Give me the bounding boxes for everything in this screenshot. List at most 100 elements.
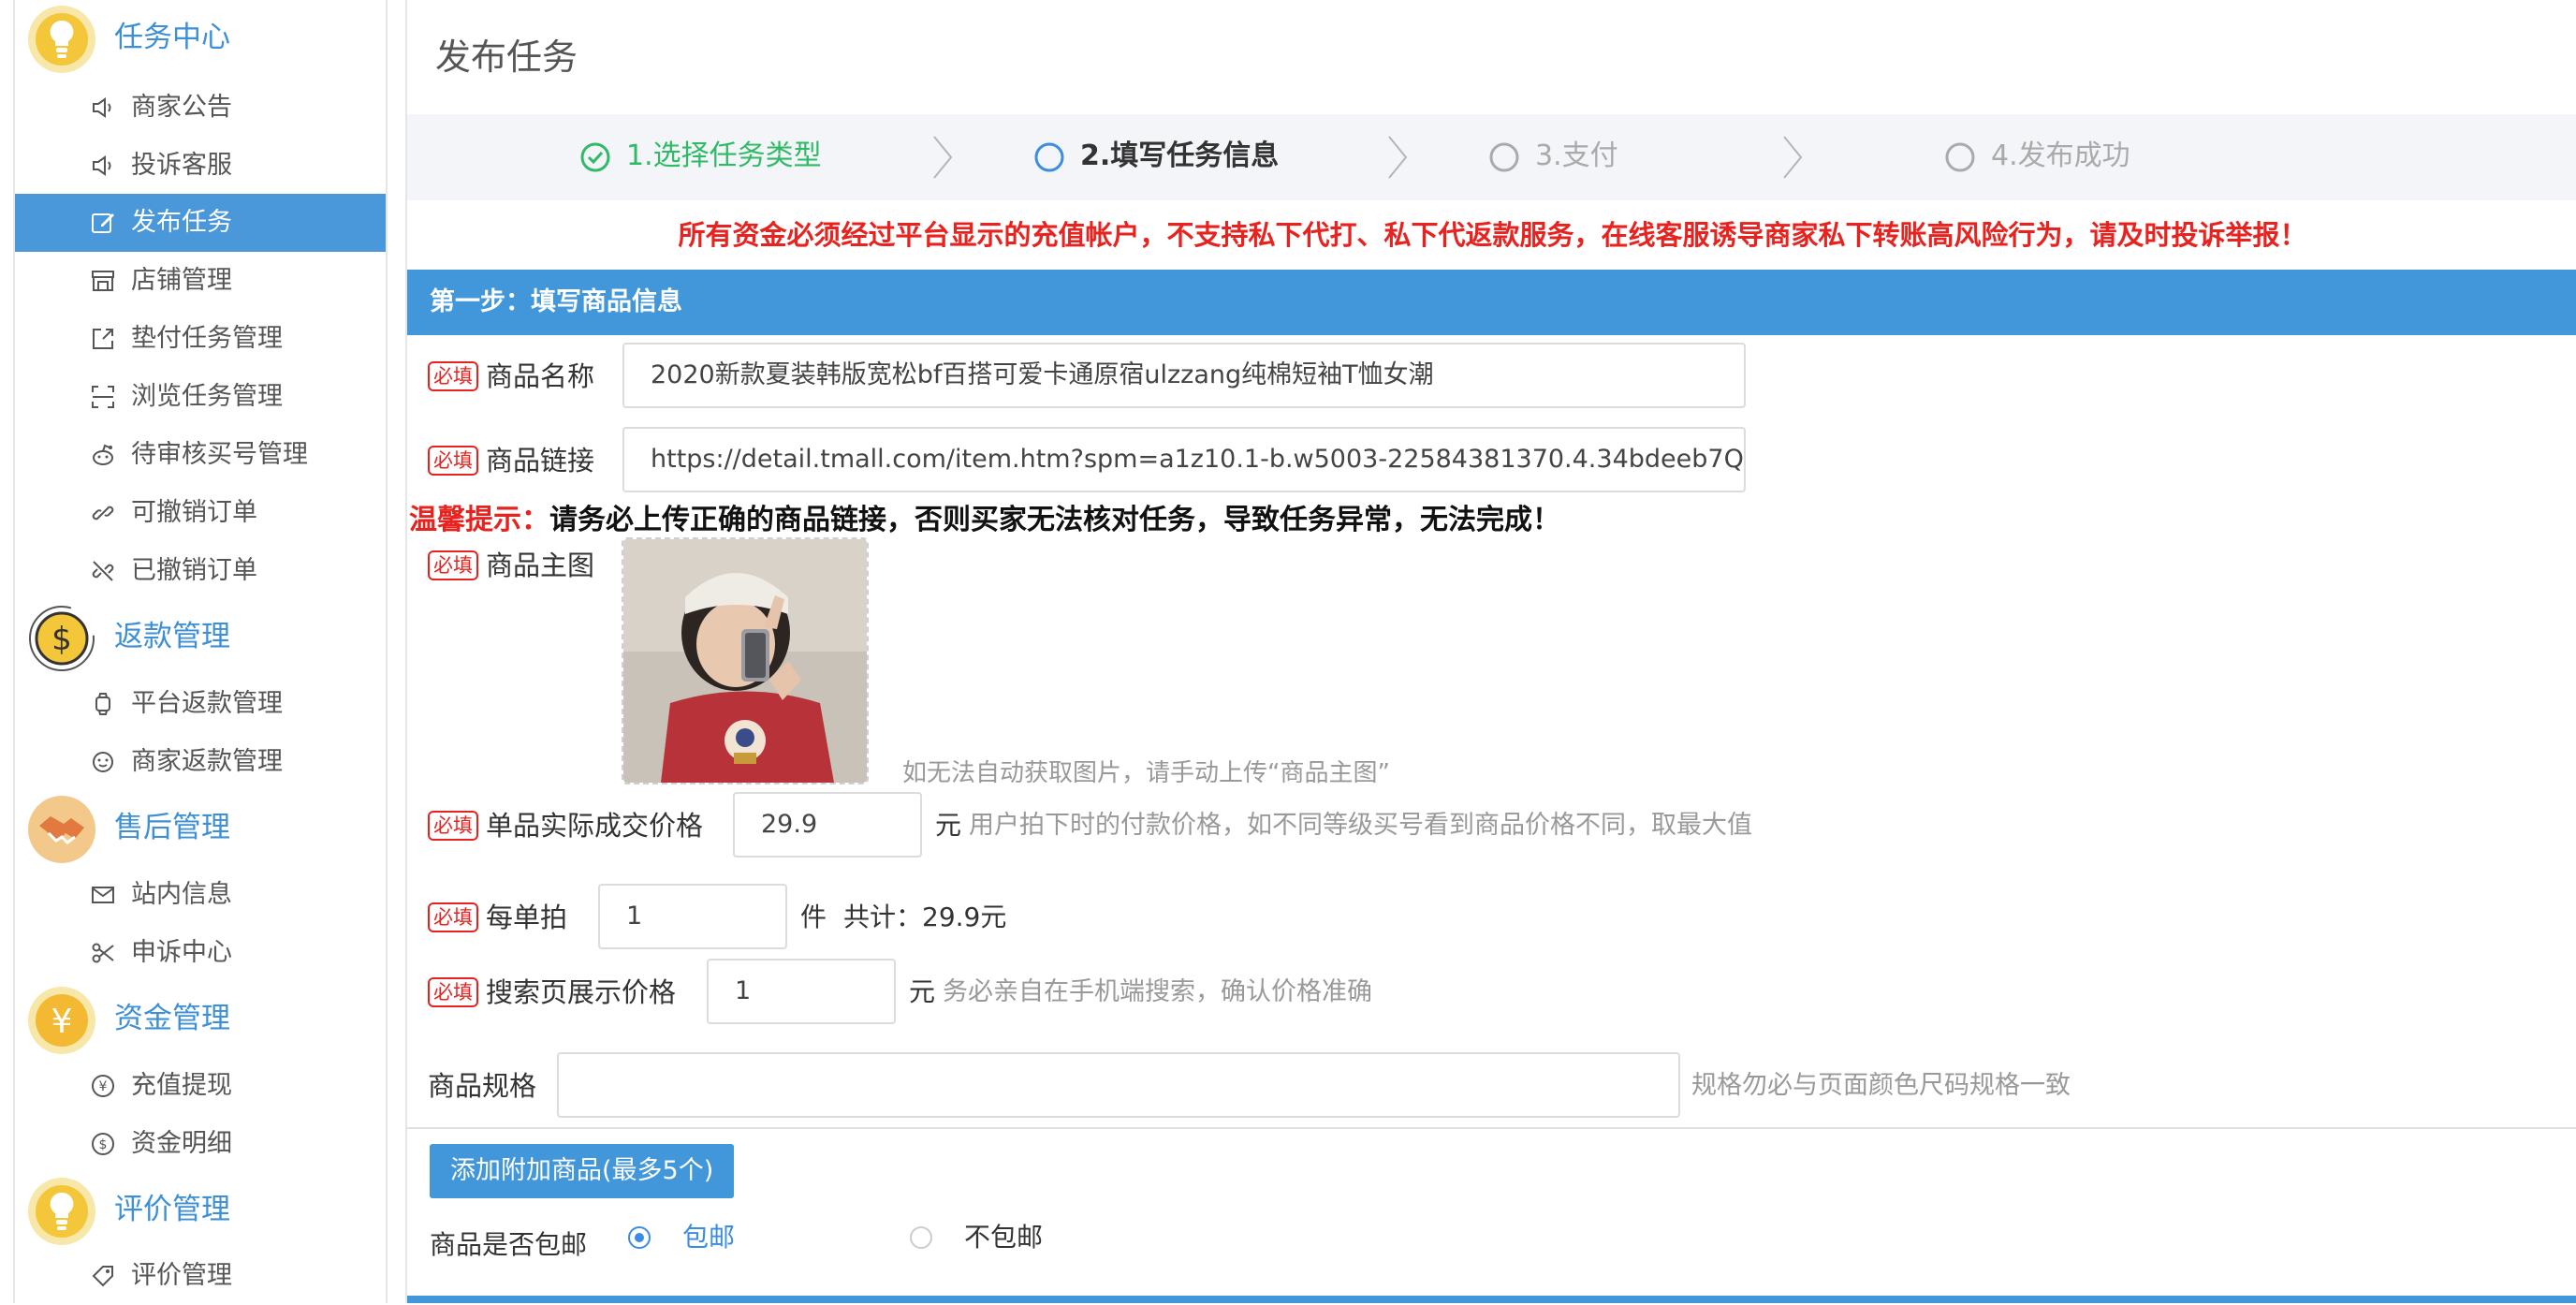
per-order-total: 共计：29.9元: [843, 902, 1007, 932]
chevron-right-icon: [929, 133, 957, 182]
sidebar-section-title: 评价管理: [114, 1193, 230, 1226]
price-label: 必填 单品实际成交价格: [428, 792, 703, 859]
price-unit: 元: [935, 810, 962, 841]
sidebar-item-site-messages[interactable]: 站内信息: [15, 866, 386, 924]
sidebar: 任务中心 商家公告 投诉客服 发布任务 店铺管理 垫付任务管理 浏览任务管理 待…: [13, 0, 388, 1303]
sidebar-section-funds[interactable]: ¥ 资金管理: [15, 983, 386, 1058]
field-label-text: 单品实际成交价格: [486, 810, 704, 842]
search-price-hint: 务必亲自在手机端搜索，确认价格准确: [943, 977, 1372, 1006]
product-link-input[interactable]: https://detail.tmall.com/item.htm?spm=a1…: [622, 427, 1746, 492]
product-name-input[interactable]: 2020新款夏装韩版宽松bf百搭可爱卡通原宿ulzzang纯棉短袖T恤女潮: [622, 343, 1746, 408]
lightbulb-icon: [26, 4, 97, 75]
spec-label: 商品规格: [428, 1070, 537, 1102]
smile-icon: [90, 749, 116, 775]
spec-hint: 规格勿必与页面颜色尺码规格一致: [1691, 1071, 2071, 1100]
sidebar-item-label: 平台返款管理: [131, 689, 283, 718]
shipping-not-free-radio[interactable]: [910, 1226, 932, 1249]
sidebar-item-label: 申诉中心: [131, 938, 232, 967]
svg-text:¥: ¥: [99, 1079, 108, 1094]
steps-bar: 1.选择任务类型 2.填写任务信息 3.支付 4.发布成功: [407, 114, 2576, 200]
product-name-label: 必填 商品名称: [428, 343, 594, 410]
sidebar-item-review-management[interactable]: 评价管理: [15, 1247, 386, 1305]
price-hint: 用户拍下时的付款价格，如不同等级买号看到商品价格不同，取最大值: [969, 811, 1752, 840]
tip-text: 请务必上传正确的商品链接，否则买家无法核对任务，导致任务异常，无法完成！: [549, 504, 1560, 536]
per-order-quantity-input[interactable]: 1: [598, 884, 787, 949]
sidebar-item-pending-accounts[interactable]: 待审核买号管理: [15, 426, 386, 484]
circle-icon: [1944, 141, 1976, 173]
sidebar-item-label: 投诉客服: [131, 151, 232, 180]
sidebar-item-label: 浏览任务管理: [131, 382, 283, 411]
sidebar-item-appeal-center[interactable]: 申诉中心: [15, 924, 386, 982]
speaker-icon: [90, 153, 116, 179]
shipping-free-radio[interactable]: [628, 1226, 651, 1249]
main-image-label: 必填 商品主图: [428, 530, 594, 601]
sidebar-item-platform-refund[interactable]: 平台返款管理: [15, 675, 386, 733]
required-tag: 必填: [428, 446, 478, 476]
unlink-icon: [90, 558, 116, 584]
required-tag: 必填: [428, 811, 478, 841]
sidebar-item-complaint[interactable]: 投诉客服: [15, 137, 386, 195]
sidebar-item-merchant-refund[interactable]: 商家返款管理: [15, 733, 386, 791]
page-title: 发布任务: [435, 37, 578, 78]
lightbulb-icon: [26, 1176, 97, 1247]
per-order-label: 必填 每单拍: [428, 884, 567, 951]
sidebar-section-title: 资金管理: [114, 1002, 230, 1035]
sidebar-section-task-center[interactable]: 任务中心: [15, 2, 386, 77]
sidebar-item-label: 垫付任务管理: [131, 324, 283, 353]
sidebar-item-store[interactable]: 店铺管理: [15, 252, 386, 310]
sidebar-item-browse-task[interactable]: 浏览任务管理: [15, 368, 386, 426]
scan-icon: [90, 384, 116, 410]
sidebar-section-title: 售后管理: [114, 811, 230, 844]
sidebar-section-after-sales[interactable]: 售后管理: [15, 792, 386, 867]
field-label-text: 每单拍: [486, 902, 568, 933]
step-label: 3.支付: [1535, 139, 1618, 172]
divider: [407, 1127, 2576, 1129]
sidebar-item-fund-details[interactable]: $ 资金明细: [15, 1115, 386, 1173]
product-link-label: 必填 商品链接: [428, 427, 594, 494]
section-title: 第一步：填写商品信息: [430, 287, 682, 316]
step-label: 4.发布成功: [1991, 139, 2130, 172]
required-tag: 必填: [428, 361, 478, 391]
handshake-icon: [26, 794, 97, 865]
price-input[interactable]: 29.9: [733, 792, 922, 858]
link-icon: [90, 500, 116, 526]
reddit-icon: [90, 442, 116, 468]
sidebar-section-refund[interactable]: $ 返款管理: [15, 601, 386, 676]
sidebar-item-canceled-orders[interactable]: 已撤销订单: [15, 542, 386, 600]
shipping-not-free-label[interactable]: 不包邮: [964, 1219, 1043, 1256]
product-main-image[interactable]: [622, 537, 869, 784]
search-price-input[interactable]: 1: [707, 959, 896, 1024]
sidebar-item-cancelable-orders[interactable]: 可撤销订单: [15, 484, 386, 542]
sidebar-item-label: 站内信息: [131, 880, 232, 909]
sidebar-item-label: 待审核买号管理: [131, 440, 308, 469]
sidebar-item-advance-task[interactable]: 垫付任务管理: [15, 310, 386, 368]
sidebar-item-announcement[interactable]: 商家公告: [15, 79, 386, 137]
sidebar-section-reviews[interactable]: 评价管理: [15, 1174, 386, 1249]
add-extra-product-button[interactable]: 添加附加商品(最多5个): [430, 1144, 735, 1198]
scissors-icon: [90, 940, 116, 966]
watch-icon: [90, 691, 116, 717]
per-order-unit: 件: [800, 902, 827, 932]
svg-text:$: $: [51, 621, 72, 658]
field-label-text: 商品链接: [486, 445, 595, 477]
shipping-label: 商品是否包邮: [430, 1229, 588, 1260]
field-label-text: 商品主图: [486, 550, 595, 581]
dollar-coin-icon: $: [26, 603, 97, 674]
svg-text:¥: ¥: [51, 1003, 73, 1041]
circle-icon: [1488, 141, 1520, 173]
spec-input[interactable]: [557, 1052, 1680, 1118]
sidebar-item-label: 评价管理: [131, 1261, 232, 1290]
field-label-text: 搜索页展示价格: [486, 976, 677, 1008]
external-link-icon: [90, 326, 116, 352]
sidebar-item-publish-task[interactable]: 发布任务: [15, 194, 386, 252]
step-label: 2.填写任务信息: [1080, 139, 1280, 172]
store-icon: [90, 268, 116, 294]
sidebar-section-title: 任务中心: [114, 21, 230, 54]
sidebar-item-recharge[interactable]: ¥ 充值提现: [15, 1057, 386, 1115]
main-content: 发布任务 1.选择任务类型 2.填写任务信息 3.支付 4.发布成功 所有资金必…: [405, 0, 2576, 1303]
yen-circle-icon: ¥: [90, 1073, 116, 1099]
dollar-circle-icon: $: [90, 1131, 116, 1157]
check-circle-icon: [579, 141, 611, 173]
sidebar-item-label: 商家公告: [131, 93, 232, 122]
shipping-free-label[interactable]: 包邮: [682, 1219, 735, 1256]
